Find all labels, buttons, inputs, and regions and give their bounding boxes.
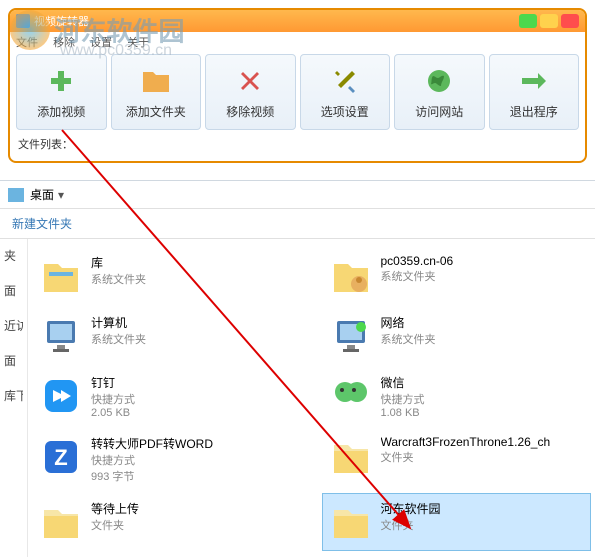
- file-type-icon: Z: [39, 435, 83, 479]
- menu-bar: 文件 移除 设置 关于: [10, 32, 585, 50]
- menu-file[interactable]: 文件: [16, 37, 38, 49]
- file-item[interactable]: 网络 系统文件夹: [322, 307, 592, 365]
- file-name: 转转大师PDF转WORD: [91, 435, 213, 452]
- app-icon: [16, 14, 30, 28]
- svg-text:Z: Z: [54, 445, 67, 470]
- options-label: 选项设置: [321, 103, 369, 120]
- file-type-icon: [329, 374, 373, 418]
- desktop-icon: [8, 188, 24, 202]
- file-name: 库: [91, 254, 146, 271]
- sidebar-item[interactable]: 面: [4, 282, 23, 299]
- file-info: 计算机 系统文件夹: [91, 314, 146, 347]
- file-type-icon: [39, 500, 83, 544]
- sidebar: 夹 面 近访问的位置 面 库下载: [0, 239, 28, 557]
- file-type: 系统文件夹: [381, 331, 436, 347]
- sidebar-item[interactable]: 近访问的位置: [4, 317, 23, 334]
- sidebar-item[interactable]: 夹: [4, 247, 23, 264]
- file-info: 等待上传 文件夹: [91, 500, 139, 533]
- exit-button[interactable]: 退出程序: [489, 54, 580, 130]
- file-name: 微信: [381, 374, 425, 391]
- file-name: 网络: [381, 314, 436, 331]
- visit-site-label: 访问网站: [415, 103, 463, 120]
- file-info: 河东软件园 文件夹: [381, 500, 441, 533]
- file-info: 转转大师PDF转WORD 快捷方式 993 字节: [91, 435, 213, 484]
- file-type-icon: [329, 254, 373, 298]
- file-type-icon: [39, 314, 83, 358]
- add-video-label: 添加视频: [37, 103, 85, 120]
- file-item[interactable]: pc0359.cn-06 系统文件夹: [322, 247, 592, 305]
- maximize-button[interactable]: [540, 14, 558, 28]
- file-type: 文件夹: [381, 517, 441, 533]
- file-info: 库 系统文件夹: [91, 254, 146, 287]
- menu-remove[interactable]: 移除: [53, 37, 75, 49]
- file-type: 文件夹: [381, 449, 551, 465]
- file-item[interactable]: 库 系统文件夹: [32, 247, 302, 305]
- file-info: pc0359.cn-06 系统文件夹: [381, 254, 454, 284]
- sidebar-item[interactable]: 库下载: [4, 387, 23, 404]
- file-type: 系统文件夹: [381, 268, 454, 284]
- arrow-right-icon: [518, 65, 550, 97]
- path-text: 桌面: [30, 186, 54, 203]
- menu-about[interactable]: 关于: [127, 37, 149, 49]
- file-name: 计算机: [91, 314, 146, 331]
- menu-settings[interactable]: 设置: [90, 37, 112, 49]
- window-title: 视频旋转器: [34, 13, 516, 29]
- new-folder-button[interactable]: 新建文件夹: [0, 209, 595, 239]
- add-folder-button[interactable]: 添加文件夹: [111, 54, 202, 130]
- file-type-icon: [329, 314, 373, 358]
- file-list-label: 文件列表：: [10, 134, 585, 154]
- file-explorer: 桌面 ▾ 新建文件夹 夹 面 近访问的位置 面 库下载 库 系统文件夹 pc03…: [0, 180, 595, 557]
- file-item[interactable]: Z 转转大师PDF转WORD 快捷方式 993 字节: [32, 428, 302, 491]
- toolbar: 添加视频 添加文件夹 移除视频 选项设置 访问网站: [10, 50, 585, 134]
- folder-icon: [140, 65, 172, 97]
- file-info: 钉钉 快捷方式 2.05 KB: [91, 374, 135, 419]
- file-type-icon: [39, 374, 83, 418]
- file-type: 快捷方式: [381, 391, 425, 407]
- tools-icon: [329, 65, 361, 97]
- file-info: 网络 系统文件夹: [381, 314, 436, 347]
- file-type: 系统文件夹: [91, 271, 146, 287]
- file-name: Warcraft3FrozenThrone1.26_ch: [381, 435, 551, 449]
- file-type-icon: [329, 435, 373, 479]
- file-type: 系统文件夹: [91, 331, 146, 347]
- chevron-down-icon[interactable]: ▾: [58, 188, 64, 202]
- file-item[interactable]: 河东软件园 文件夹: [322, 493, 592, 551]
- add-folder-label: 添加文件夹: [126, 103, 186, 120]
- remove-video-button[interactable]: 移除视频: [205, 54, 296, 130]
- file-name: 河东软件园: [381, 500, 441, 517]
- file-type: 快捷方式: [91, 391, 135, 407]
- file-item[interactable]: 计算机 系统文件夹: [32, 307, 302, 365]
- globe-icon: [423, 65, 455, 97]
- file-item[interactable]: Warcraft3FrozenThrone1.26_ch 文件夹: [322, 428, 592, 491]
- file-size: 1.08 KB: [381, 407, 425, 419]
- file-size: 2.05 KB: [91, 407, 135, 419]
- file-info: Warcraft3FrozenThrone1.26_ch 文件夹: [381, 435, 551, 465]
- file-type: 快捷方式: [91, 452, 213, 468]
- options-button[interactable]: 选项设置: [300, 54, 391, 130]
- file-name: 钉钉: [91, 374, 135, 391]
- visit-site-button[interactable]: 访问网站: [394, 54, 485, 130]
- file-name: pc0359.cn-06: [381, 254, 454, 268]
- app-window: 视频旋转器 文件 移除 设置 关于 添加视频 添加文件夹 移除视频: [8, 8, 587, 163]
- path-bar[interactable]: 桌面 ▾: [0, 181, 595, 209]
- file-name: 等待上传: [91, 500, 139, 517]
- x-icon: [234, 65, 266, 97]
- file-type-icon: [39, 254, 83, 298]
- exit-label: 退出程序: [510, 103, 558, 120]
- file-item[interactable]: 微信 快捷方式 1.08 KB: [322, 367, 592, 426]
- file-area: 库 系统文件夹 pc0359.cn-06 系统文件夹 计算机 系统文件夹 网络 …: [28, 239, 595, 557]
- file-item[interactable]: 等待上传 文件夹: [32, 493, 302, 551]
- file-type-icon: [329, 500, 373, 544]
- file-item[interactable]: 钉钉 快捷方式 2.05 KB: [32, 367, 302, 426]
- remove-video-label: 移除视频: [226, 103, 274, 120]
- close-button[interactable]: [561, 14, 579, 28]
- minimize-button[interactable]: [519, 14, 537, 28]
- file-size: 993 字节: [91, 468, 213, 484]
- title-bar: 视频旋转器: [10, 10, 585, 32]
- file-type: 文件夹: [91, 517, 139, 533]
- sidebar-item[interactable]: 面: [4, 352, 23, 369]
- plus-icon: [45, 65, 77, 97]
- file-info: 微信 快捷方式 1.08 KB: [381, 374, 425, 419]
- add-video-button[interactable]: 添加视频: [16, 54, 107, 130]
